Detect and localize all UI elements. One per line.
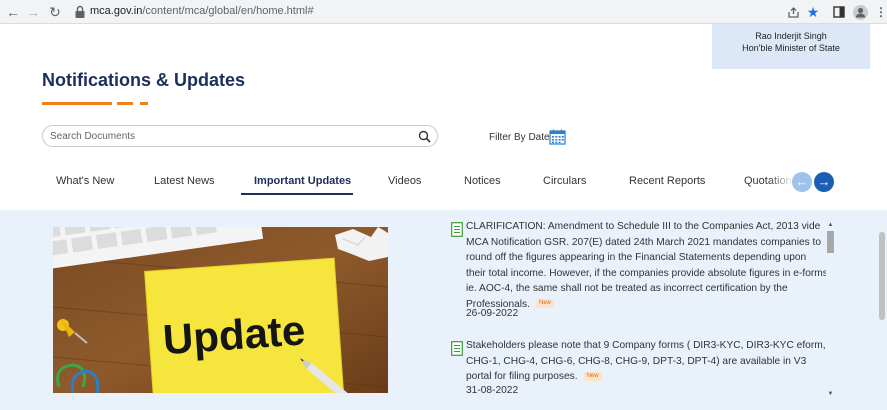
- arrow-right-icon[interactable]: →: [814, 172, 834, 192]
- back-arrow-icon[interactable]: ←: [4, 3, 22, 21]
- minister-role: Hon'ble Minister of State: [742, 43, 840, 53]
- tab-videos[interactable]: Videos: [388, 175, 421, 187]
- update-date: 31-08-2022: [466, 385, 519, 396]
- url-text: mca.gov.in/content/mca/global/en/home.ht…: [90, 5, 314, 17]
- menu-icon[interactable]: ⋮: [872, 3, 887, 21]
- forward-arrow-icon[interactable]: →: [24, 3, 42, 21]
- calendar-icon[interactable]: [549, 129, 566, 145]
- document-icon: [451, 222, 463, 237]
- title-underline-mid: [117, 102, 133, 105]
- search-bar: [42, 125, 438, 147]
- title-underline-short: [140, 102, 148, 105]
- search-input[interactable]: [50, 129, 410, 144]
- url-path: /content/mca/global/en/home.html#: [142, 5, 314, 17]
- scroll-thumb[interactable]: [827, 231, 834, 253]
- tab-important-updates[interactable]: Important Updates: [254, 175, 351, 187]
- title-underline-long: [42, 102, 112, 105]
- address-bar[interactable]: mca.gov.in/content/mca/global/en/home.ht…: [66, 2, 836, 22]
- updates-list: CLARIFICATION: Amendment to Schedule III…: [448, 219, 826, 404]
- tab-recent-reports[interactable]: Recent Reports: [629, 175, 705, 187]
- tab-latest-news[interactable]: Latest News: [154, 175, 215, 187]
- update-text[interactable]: CLARIFICATION: Amendment to Schedule III…: [466, 219, 826, 312]
- reload-icon[interactable]: ↻: [46, 3, 64, 21]
- page-scrollbar-thumb[interactable]: [879, 232, 885, 320]
- tab-circulars[interactable]: Circulars: [543, 175, 586, 187]
- minister-card: Rao Inderjit Singh Hon'ble Minister of S…: [712, 24, 870, 69]
- profile-icon[interactable]: [851, 3, 869, 21]
- share-icon[interactable]: [784, 3, 802, 21]
- tab-whats-new[interactable]: What's New: [56, 175, 114, 187]
- filter-by-date-label: Filter By Date: [489, 132, 550, 143]
- update-feature-image: Update: [53, 227, 388, 393]
- tab-notices[interactable]: Notices: [464, 175, 501, 187]
- search-icon[interactable]: [418, 130, 431, 143]
- star-icon[interactable]: ★: [804, 3, 822, 21]
- new-badge[interactable]: New: [536, 299, 555, 309]
- active-tab-indicator: [241, 193, 353, 195]
- scroll-up-arrow-icon[interactable]: ▲: [826, 221, 835, 229]
- tab-fade: [768, 168, 794, 196]
- document-icon: [451, 341, 463, 356]
- update-text-body: CLARIFICATION: Amendment to Schedule III…: [466, 221, 826, 310]
- browser-toolbar: ← → ↻ mca.gov.in/content/mca/global/en/h…: [0, 0, 887, 24]
- sticky-note-text: Update: [161, 306, 306, 363]
- sidebar-icon[interactable]: [830, 3, 848, 21]
- arrow-left-icon[interactable]: ←: [792, 172, 812, 192]
- update-text-body: Stakeholders please note that 9 Company …: [466, 340, 826, 382]
- url-host: mca.gov.in: [90, 5, 143, 17]
- update-date: 26-09-2022: [466, 308, 519, 319]
- new-badge[interactable]: New: [583, 371, 602, 381]
- minister-name: Rao Inderjit Singh: [755, 31, 827, 41]
- list-scrollbar[interactable]: ▲ ▼: [826, 221, 835, 398]
- scroll-down-arrow-icon[interactable]: ▼: [826, 390, 835, 398]
- update-text[interactable]: Stakeholders please note that 9 Company …: [466, 338, 826, 385]
- lock-icon: [75, 5, 85, 18]
- section-title: Notifications & Updates: [42, 70, 246, 90]
